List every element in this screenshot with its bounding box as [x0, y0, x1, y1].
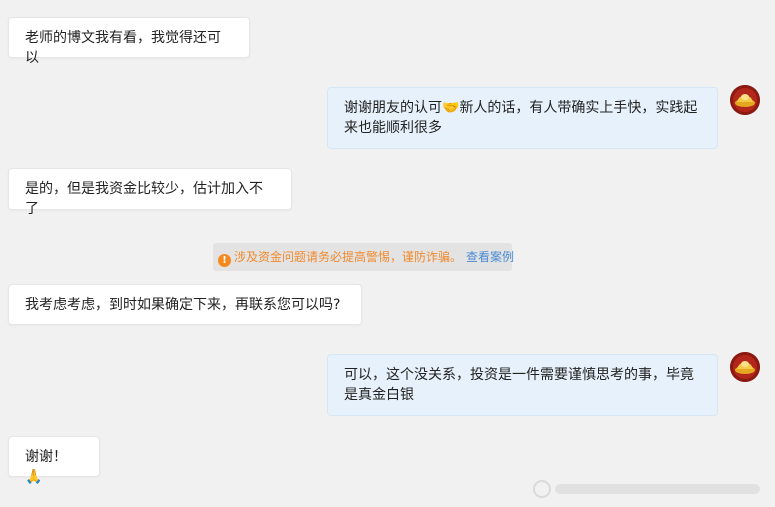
- gold-ingot-avatar-icon: [730, 85, 760, 115]
- praying-hands-emoji: 🙏: [25, 469, 43, 485]
- message-text: 我考虑考虑，到时如果确定下来，再联系您可以吗?: [25, 297, 341, 313]
- view-cases-link[interactable]: 查看案例: [466, 250, 514, 264]
- fraud-warning-notice: ! 涉及资金问题请务必提高警惕，谨防诈骗。 查看案例: [213, 243, 514, 271]
- message-bubble-incoming: 老师的博文我有看，我觉得还可以: [8, 17, 250, 66]
- message-bubble-incoming: 谢谢！ 🙏: [8, 436, 100, 485]
- message-bubble-incoming: 是的，但是我资金比较少，估计加入不了: [8, 168, 292, 217]
- message-bubble-outgoing: 可以，这个没关系，投资是一件需要谨慎思考的事，毕竟是真金白银: [327, 354, 718, 416]
- user-avatar[interactable]: [730, 352, 760, 382]
- warning-icon: !: [218, 254, 231, 267]
- message-text: 谢谢！: [25, 449, 67, 465]
- message-text: 谢谢朋友的认可: [344, 100, 442, 116]
- message-bubble-incoming: 我考虑考虑，到时如果确定下来，再联系您可以吗?: [8, 284, 362, 325]
- message-text: 可以，这个没关系，投资是一件需要谨慎思考的事，毕竟是真金白银: [344, 367, 694, 403]
- message-text: 是的，但是我资金比较少，估计加入不了: [25, 181, 263, 217]
- handshake-emoji: 🤝: [442, 100, 460, 116]
- watermark-icon: [533, 480, 760, 498]
- gold-ingot-avatar-icon: [730, 352, 760, 382]
- notice-text: 涉及资金问题请务必提高警惕，谨防诈骗。: [234, 250, 463, 264]
- message-bubble-outgoing: 谢谢朋友的认可🤝新人的话，有人带确实上手快，实践起来也能顺利很多: [327, 87, 718, 149]
- user-avatar[interactable]: [730, 85, 760, 115]
- message-text: 老师的博文我有看，我觉得还可以: [25, 30, 221, 66]
- chat-window: 老师的博文我有看，我觉得还可以 谢谢朋友的认可🤝新人的话，有人带确实上手快，实践…: [0, 0, 775, 507]
